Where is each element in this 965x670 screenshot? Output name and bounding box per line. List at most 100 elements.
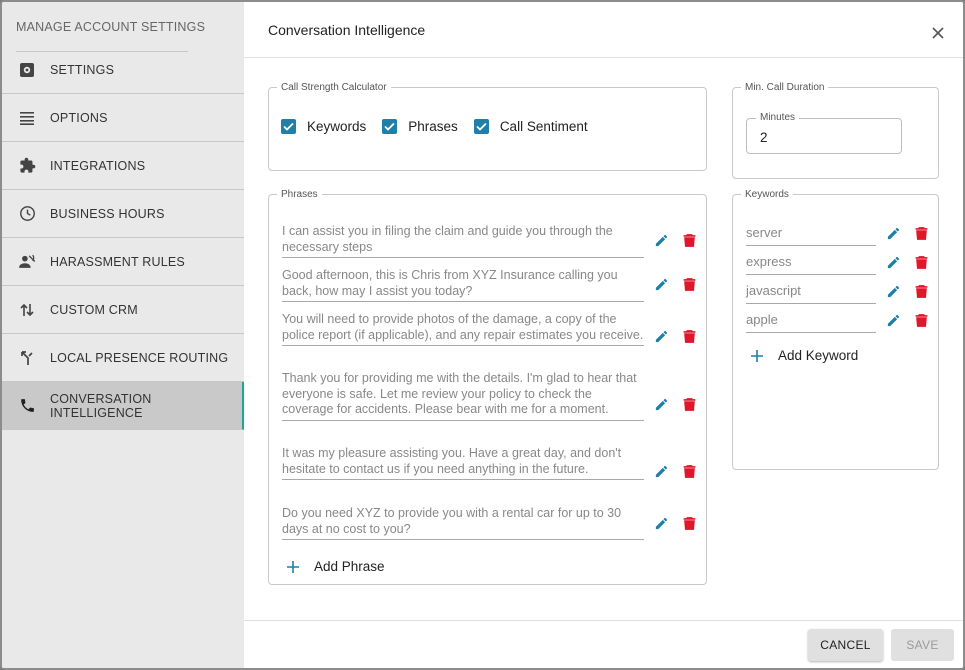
edit-button[interactable] (652, 395, 670, 413)
pencil-icon (655, 330, 667, 342)
phrases-panel: Phrases I can assist you in filing the c… (268, 189, 707, 585)
add-keyword-button[interactable]: Add Keyword (750, 348, 858, 363)
trash-icon (683, 277, 695, 291)
sidebar-item-label: CUSTOM CRM (50, 302, 138, 317)
list-item: express (746, 254, 876, 275)
trash-icon (915, 226, 927, 240)
add-phrase-label: Add Phrase (314, 559, 385, 574)
pencil-icon (887, 285, 899, 297)
trash-icon (915, 284, 927, 298)
list-item: I can assist you in filing the claim and… (282, 224, 644, 258)
clock-icon (18, 205, 36, 223)
main-panel: Conversation Intelligence Call Strength … (244, 2, 963, 668)
edit-button[interactable] (884, 282, 902, 300)
sidebar-item-label: HARASSMENT RULES (50, 254, 185, 269)
edit-button[interactable] (652, 514, 670, 532)
minutes-label: Minutes (756, 112, 800, 123)
sidebar-item-label: CONVERSATION INTELLIGENCE (50, 391, 152, 420)
minutes-input[interactable]: Minutes 2 (746, 112, 902, 154)
row-actions (884, 253, 930, 271)
dialog-title: Conversation Intelligence (268, 22, 426, 38)
list-item: It was my pleasure assisting you. Have a… (282, 446, 644, 480)
keywords-panel: Keywords server express javascript apple (732, 189, 939, 470)
trash-icon (683, 329, 695, 343)
sidebar-item-local-presence-routing[interactable]: LOCAL PRESENCE ROUTING (2, 334, 244, 382)
row-actions (884, 282, 930, 300)
trash-icon (915, 313, 927, 327)
trash-icon (683, 516, 695, 530)
plus-icon (287, 560, 299, 573)
delete-button[interactable] (680, 514, 698, 532)
checkbox-checked-icon (473, 119, 489, 134)
list-item: You will need to provide photos of the d… (282, 312, 644, 346)
sidebar-item-business-hours[interactable]: BUSINESS HOURS (2, 190, 244, 238)
pencil-icon (655, 234, 667, 246)
sidebar-item-conversation-intelligence[interactable]: CONVERSATION INTELLIGENCE (2, 382, 244, 430)
edit-button[interactable] (652, 275, 670, 293)
call-strength-calculator: Call Strength Calculator Keywords Phrase… (268, 82, 707, 171)
min-call-duration: Min. Call Duration Minutes 2 (732, 82, 939, 179)
list-item: javascript (746, 283, 876, 304)
routing-icon (18, 349, 36, 367)
gear-icon (18, 61, 36, 79)
puzzle-icon (18, 157, 36, 175)
delete-button[interactable] (912, 311, 930, 329)
sidebar-item-harassment-rules[interactable]: HARASSMENT RULES (2, 238, 244, 286)
row-actions (884, 311, 930, 329)
row-actions (652, 462, 698, 480)
phrases-checkbox[interactable]: Phrases (382, 119, 458, 134)
delete-button[interactable] (912, 253, 930, 271)
checkbox-group: Keywords Phrases Call Sentiment (281, 119, 604, 134)
phone-icon (18, 397, 36, 415)
edit-button[interactable] (652, 462, 670, 480)
delete-button[interactable] (680, 275, 698, 293)
pencil-icon (655, 278, 667, 290)
pencil-icon (655, 398, 667, 410)
divider (244, 620, 963, 621)
trash-icon (683, 464, 695, 478)
add-phrase-button[interactable]: Add Phrase (286, 559, 385, 574)
delete-button[interactable] (680, 395, 698, 413)
edit-button[interactable] (884, 311, 902, 329)
sidebar-item-custom-crm[interactable]: CUSTOM CRM (2, 286, 244, 334)
delete-button[interactable] (912, 282, 930, 300)
keywords-legend: Keywords (745, 189, 789, 200)
edit-button[interactable] (884, 224, 902, 242)
list-item: apple (746, 312, 876, 333)
plus-icon (751, 349, 763, 362)
delete-button[interactable] (912, 224, 930, 242)
divider (244, 57, 963, 58)
sidebar-item-integrations[interactable]: INTEGRATIONS (2, 142, 244, 190)
add-keyword-label: Add Keyword (778, 348, 859, 363)
list-item: Do you need XYZ to provide you with a re… (282, 506, 644, 540)
voice-off-icon (18, 253, 36, 271)
checkbox-label: Call Sentiment (499, 119, 588, 134)
delete-button[interactable] (680, 231, 698, 249)
list-item: Good afternoon, this is Chris from XYZ I… (282, 268, 644, 302)
keywords-checkbox[interactable]: Keywords (281, 119, 366, 134)
checkbox-checked-icon (281, 119, 296, 134)
trash-icon (683, 233, 695, 247)
delete-button[interactable] (680, 462, 698, 480)
list-item: Thank you for providing me with the deta… (282, 371, 644, 421)
swap-vertical-icon (18, 301, 36, 319)
delete-button[interactable] (680, 327, 698, 345)
sidebar-item-settings[interactable]: SETTINGS (2, 46, 244, 94)
call-sentiment-checkbox[interactable]: Call Sentiment (473, 119, 588, 134)
edit-button[interactable] (884, 253, 902, 271)
row-actions (652, 275, 698, 293)
save-button[interactable]: SAVE (891, 629, 954, 661)
close-button[interactable] (929, 24, 947, 42)
sidebar-item-label: INTEGRATIONS (50, 158, 146, 173)
edit-button[interactable] (652, 327, 670, 345)
sidebar-item-label: BUSINESS HOURS (50, 206, 165, 221)
pencil-icon (655, 465, 667, 477)
cancel-button[interactable]: CANCEL (808, 629, 883, 661)
edit-button[interactable] (652, 231, 670, 249)
sidebar-header: MANAGE ACCOUNT SETTINGS (16, 20, 206, 34)
phrases-legend: Phrases (281, 189, 318, 200)
pencil-icon (887, 256, 899, 268)
sidebar-item-options[interactable]: OPTIONS (2, 94, 244, 142)
sidebar-item-label: LOCAL PRESENCE ROUTING (50, 350, 229, 365)
sidebar-item-label: SETTINGS (50, 62, 115, 77)
